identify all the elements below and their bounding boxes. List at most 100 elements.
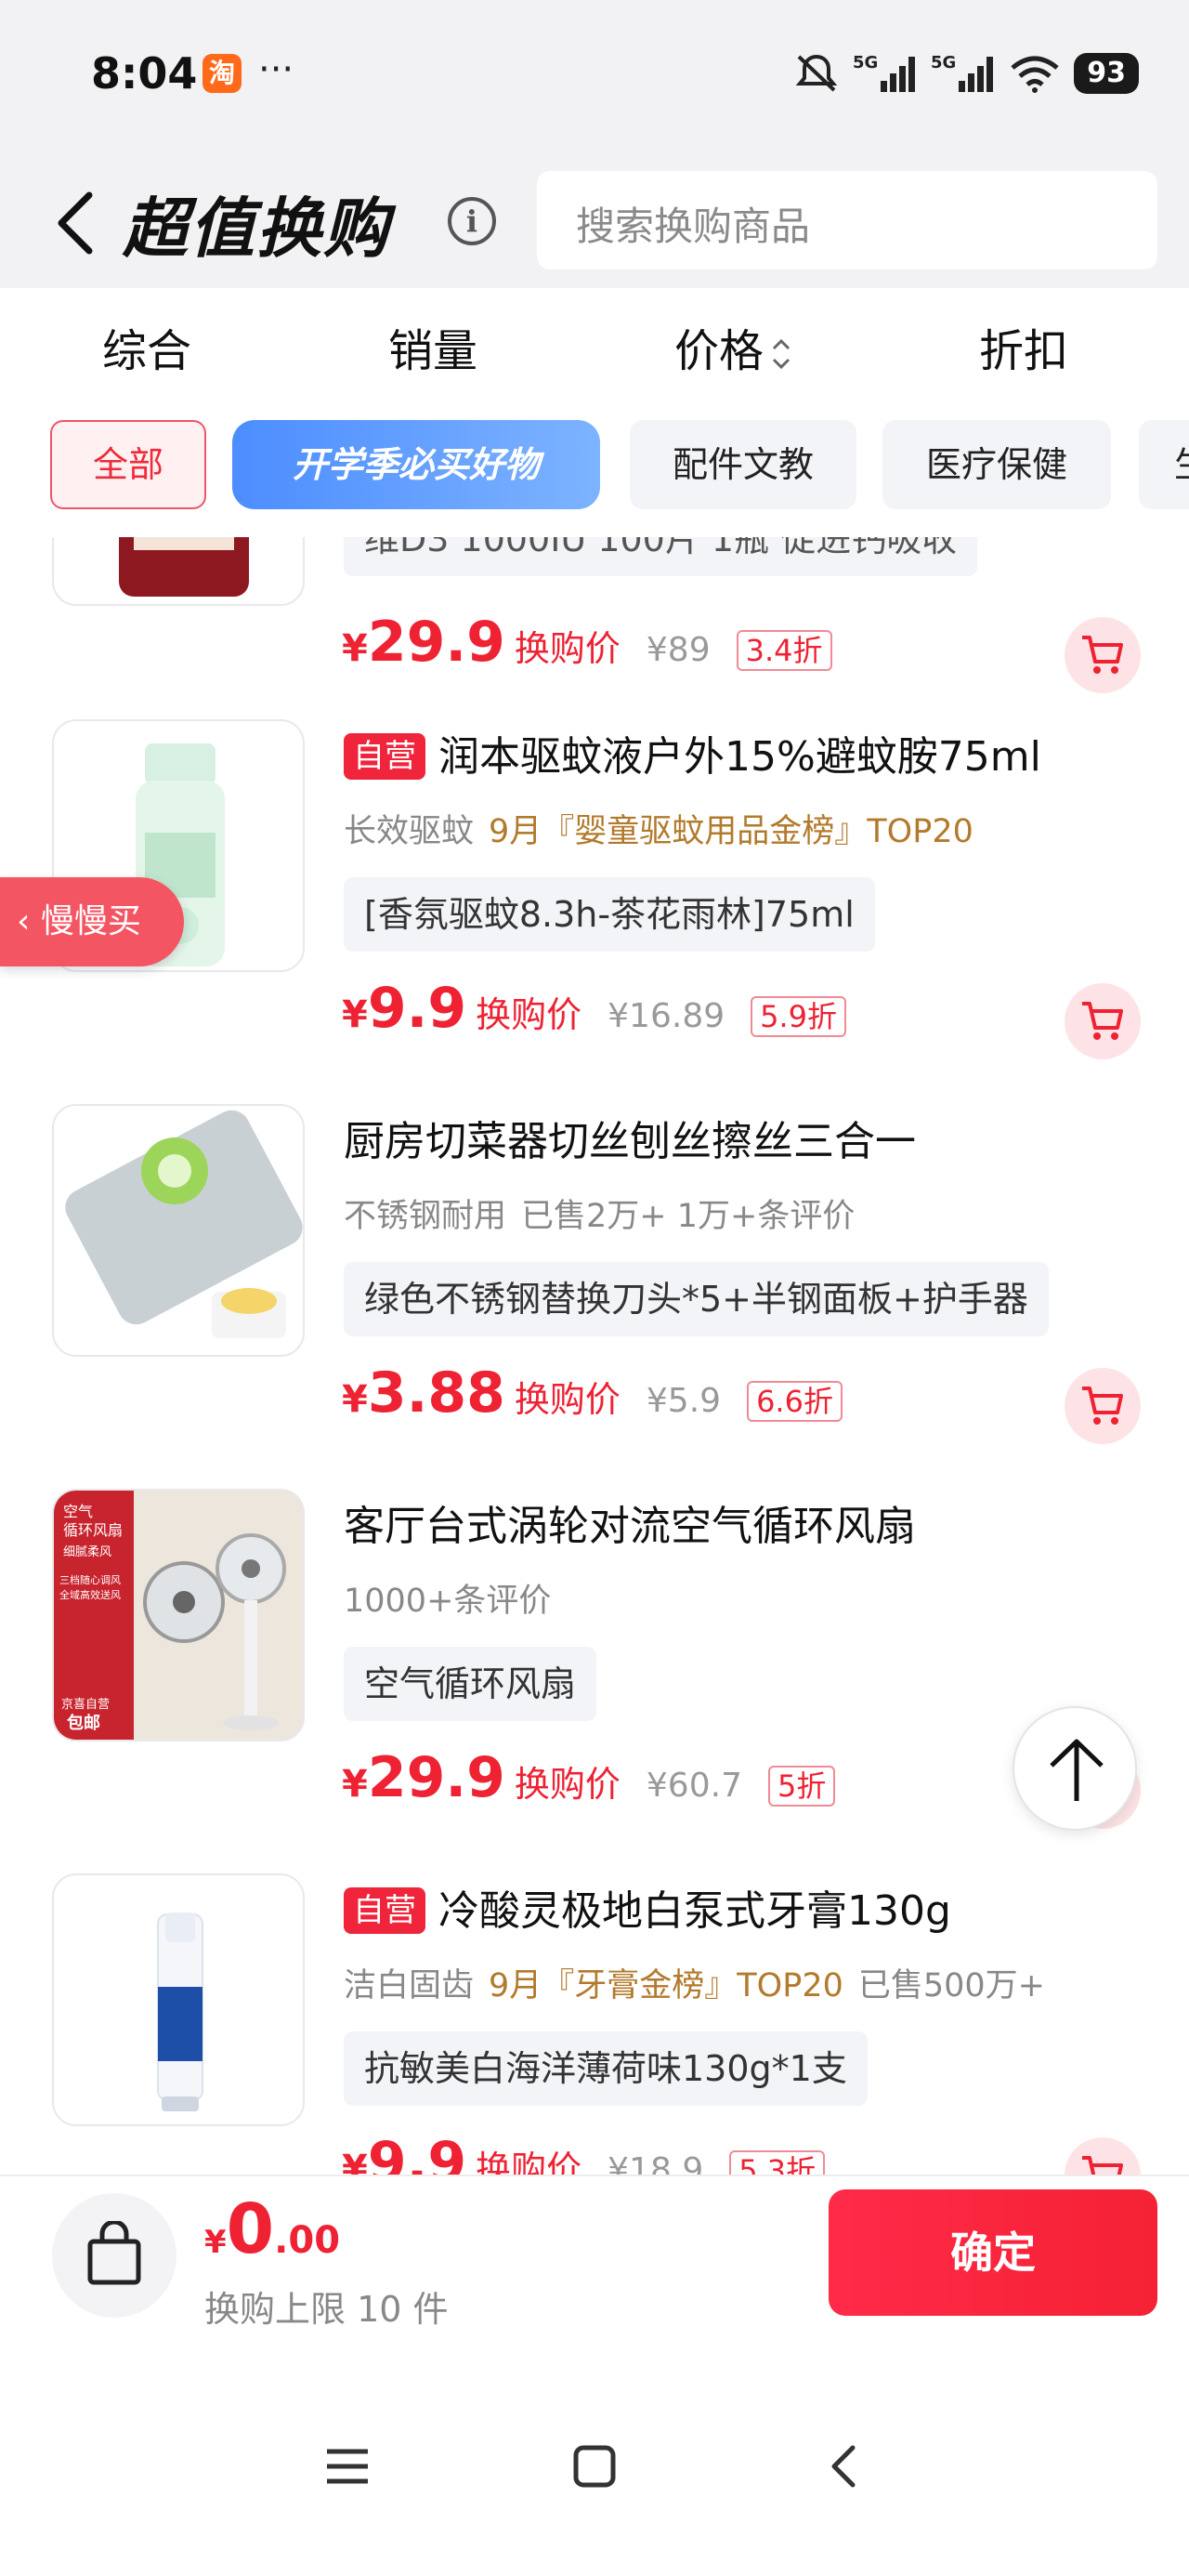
currency-symbol: ¥	[342, 993, 368, 1036]
product-meta: 长效驱蚊 9月『婴童驱蚊用品金榜』TOP20	[344, 805, 973, 852]
svg-text:5G: 5G	[931, 53, 956, 72]
back-button[interactable]	[48, 186, 104, 260]
price-label: 换购价	[514, 1764, 621, 1805]
tab-discount[interactable]: 折扣	[979, 314, 1068, 379]
total-price: ¥0.00	[204, 2189, 340, 2269]
product-item[interactable]: 厨房切菜器切丝刨丝擦丝三合一 不锈钢耐用 已售2万+ 1万+条评价 绿色不锈钢替换…	[0, 1104, 1189, 1487]
original-price: ¥18.9	[608, 2151, 704, 2175]
cart-icon	[1082, 1387, 1123, 1425]
info-icon[interactable]: i	[448, 197, 496, 245]
currency-symbol: ¥	[342, 1378, 368, 1421]
add-to-cart-button[interactable]	[1065, 617, 1141, 693]
product-title[interactable]: 厨房切菜器切丝刨丝擦丝三合一	[344, 1108, 916, 1167]
add-to-cart-button[interactable]	[1065, 1368, 1141, 1444]
price-row: ¥ 29.9 换购价 ¥89 3.4折	[342, 610, 832, 684]
thumb-text: 细腻柔风	[63, 1545, 111, 1559]
confirm-button[interactable]: 确定	[829, 2189, 1157, 2316]
home-icon[interactable]	[572, 2444, 617, 2489]
header: 超值换购 i 搜索换购商品	[0, 149, 1189, 288]
product-sold: 已售500万+	[857, 1967, 1045, 2004]
currency-symbol: ¥	[342, 2148, 368, 2175]
tab-price[interactable]: 价格	[674, 314, 793, 379]
product-image-air-circulator-fan: 空气 循环风扇 细腻柔风 三档随心调风 全域高效送风 京喜自营 包邮	[52, 1489, 305, 1741]
thumb-text: 三档随心调风	[59, 1573, 121, 1586]
discount-badge: 3.4折	[736, 630, 832, 671]
price-value: 9.9	[367, 2130, 467, 2175]
discount-badge: 5折	[767, 1766, 836, 1807]
product-tagline: 不锈钢耐用	[344, 1198, 507, 1235]
status-bar: 8:04 淘 ··· 5G 5G 93	[0, 0, 1189, 149]
discount-badge: 5.3折	[729, 2150, 826, 2175]
slow-buy-tab[interactable]: ‹ 慢慢买	[0, 877, 184, 966]
product-title-text: 润本驱蚊液户外15%避蚊胺75ml	[438, 733, 1041, 781]
product-tagline: 洁白固齿	[344, 1967, 475, 2004]
price-row: ¥ 29.9 换购价 ¥60.7 5折	[342, 1745, 836, 1820]
product-rank[interactable]: 9月『牙膏金榜』TOP20	[489, 1967, 843, 2004]
product-title[interactable]: 自营 冷酸灵极地白泵式牙膏130g	[344, 1877, 951, 1937]
exchange-limit-text: 换购上限 10 件	[204, 2289, 449, 2330]
add-to-cart-button[interactable]	[1065, 983, 1141, 1059]
price-label: 换购价	[514, 1379, 621, 1420]
category-chips: 全部 开学季必买好物 配件文教 医疗保健 生	[0, 398, 1189, 537]
price-label: 换购价	[476, 994, 582, 1035]
back-to-top-button[interactable]	[1013, 1706, 1137, 1831]
chip-medical-health[interactable]: 医疗保健	[882, 420, 1111, 509]
price-row: ¥ 9.9 换购价 ¥16.89 5.9折	[342, 976, 847, 1050]
add-to-cart-button[interactable]	[1065, 2137, 1141, 2175]
more-notifications-icon: ···	[258, 48, 294, 91]
status-time: 8:04	[91, 48, 198, 99]
chevron-left-icon	[58, 191, 93, 255]
cart-icon	[1082, 2156, 1123, 2175]
price-value: 29.9	[367, 610, 505, 675]
menu-icon[interactable]	[325, 2444, 370, 2489]
cart-icon	[1082, 636, 1123, 674]
shopping-bag-button[interactable]	[52, 2193, 176, 2318]
bottom-bar: ¥0.00 换购上限 10 件 确定	[0, 2175, 1189, 2379]
product-spec[interactable]: 抗敏美白海洋薄荷味130g*1支	[344, 2031, 868, 2106]
product-spec[interactable]: 空气循环风扇	[344, 1647, 597, 1721]
taobao-notification-icon: 淘	[203, 54, 242, 93]
cart-icon	[1082, 1002, 1123, 1040]
price-row: ¥ 3.88 换购价 ¥5.9 6.6折	[342, 1360, 843, 1435]
mute-icon	[795, 54, 838, 92]
product-spec[interactable]: 维D3 1000IU 100片 1瓶 促进钙吸收	[344, 537, 978, 576]
product-tagline: 长效驱蚊	[344, 813, 475, 850]
product-list: 维D3 1000IU 100片 1瓶 促进钙吸收 ¥ 29.9 换购价 ¥89 …	[0, 537, 1189, 2175]
sort-arrows-icon	[772, 338, 790, 370]
back-nav-icon[interactable]	[821, 2444, 866, 2489]
chip-accessories-stationery[interactable]: 配件文教	[630, 420, 856, 509]
total-currency: ¥	[204, 2224, 227, 2261]
product-spec[interactable]: [香氛驱蚊8.3h-茶花雨林]75ml	[344, 877, 875, 952]
product-title[interactable]: 客厅台式涡轮对流空气循环风扇	[344, 1492, 916, 1552]
product-title-text: 冷酸灵极地白泵式牙膏130g	[438, 1887, 951, 1935]
price-label: 换购价	[514, 628, 621, 669]
price-value: 3.88	[367, 1360, 505, 1426]
price-value: 9.9	[367, 976, 467, 1041]
chip-more[interactable]: 生	[1139, 420, 1189, 509]
thumb-text: 循环风扇	[63, 1521, 123, 1539]
original-price: ¥16.89	[608, 997, 725, 1035]
sort-tabs: 综合 销量 价格 折扣	[0, 288, 1189, 398]
total-int: 0	[226, 2189, 275, 2269]
product-item[interactable]: 维D3 1000IU 100片 1瓶 促进钙吸收 ¥ 29.9 换购价 ¥89 …	[0, 537, 1189, 736]
chevron-left-icon: ‹	[17, 902, 41, 940]
signal-icon-2: 5G	[931, 53, 994, 92]
original-price: ¥60.7	[646, 1767, 742, 1805]
total-dec: .00	[274, 2219, 341, 2262]
self-run-badge: 自营	[344, 1887, 425, 1934]
product-spec[interactable]: 绿色不锈钢替换刀头*5+半钢面板+护手器	[344, 1262, 1049, 1336]
product-image-toothpaste	[52, 1873, 305, 2126]
search-input[interactable]: 搜索换购商品	[537, 171, 1157, 269]
battery-indicator: 93	[1074, 53, 1139, 94]
price-label: 换购价	[476, 2149, 582, 2175]
chip-back-to-school[interactable]: 开学季必买好物	[232, 420, 600, 509]
wifi-icon	[1011, 56, 1059, 93]
product-title[interactable]: 自营 润本驱蚊液户外15%避蚊胺75ml	[344, 723, 1041, 782]
product-rank[interactable]: 9月『婴童驱蚊用品金榜』TOP20	[489, 813, 973, 850]
system-nav-bar	[0, 2379, 1189, 2576]
product-item[interactable]: 空气 循环风扇 细腻柔风 三档随心调风 全域高效送风 京喜自营 包邮 客厅台式涡…	[0, 1489, 1189, 1872]
tab-comprehensive[interactable]: 综合	[102, 314, 191, 379]
chip-all[interactable]: 全部	[50, 420, 206, 509]
tab-sales[interactable]: 销量	[388, 314, 477, 379]
product-item[interactable]: 自营 冷酸灵极地白泵式牙膏130g 洁白固齿 9月『牙膏金榜』TOP20 已售500万…	[0, 1873, 1189, 2175]
